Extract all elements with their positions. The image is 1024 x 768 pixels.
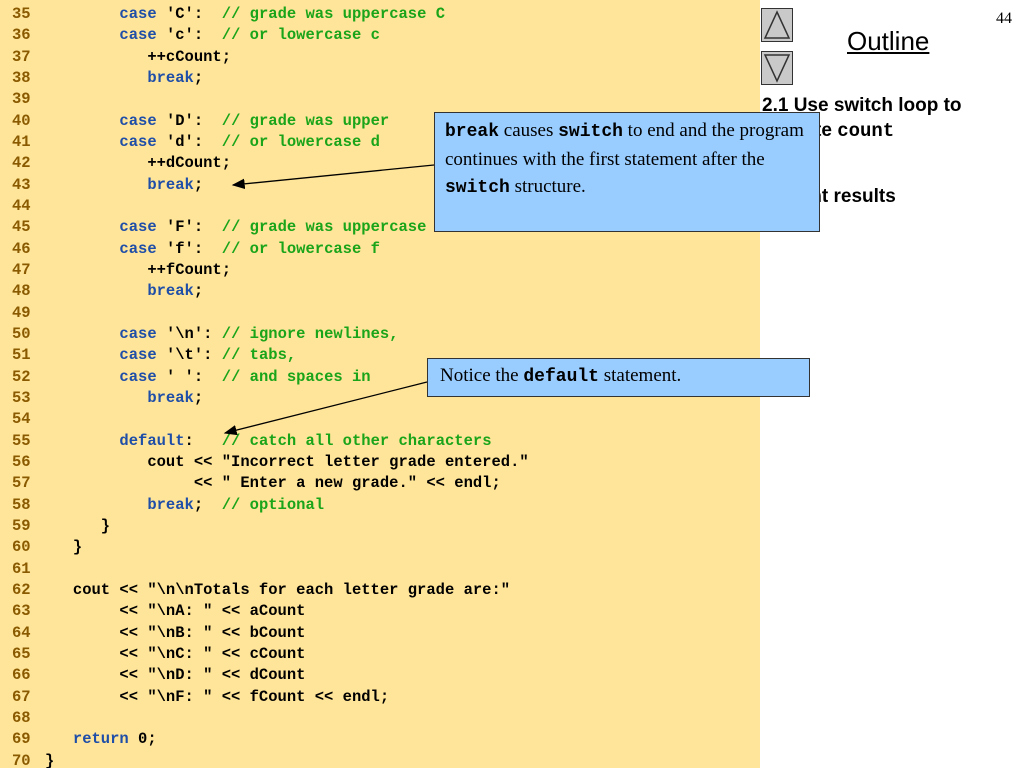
- default-explanation-callout: Notice the default statement.: [427, 358, 810, 397]
- callout-keyword-switch: switch: [445, 178, 510, 198]
- callout-keyword-default: default: [523, 367, 599, 387]
- callout-text: Notice the: [440, 365, 524, 386]
- callout-keyword-break: break: [445, 122, 500, 142]
- callout-text: causes: [499, 120, 559, 141]
- break-callout-arrow: [231, 164, 435, 190]
- break-explanation-callout: break causes switch to end and the progr…: [434, 112, 820, 232]
- default-callout-arrow: [223, 381, 428, 436]
- callout-text: statement.: [598, 365, 682, 386]
- callout-text: structure.: [509, 176, 586, 197]
- callout-keyword-switch: switch: [558, 122, 623, 142]
